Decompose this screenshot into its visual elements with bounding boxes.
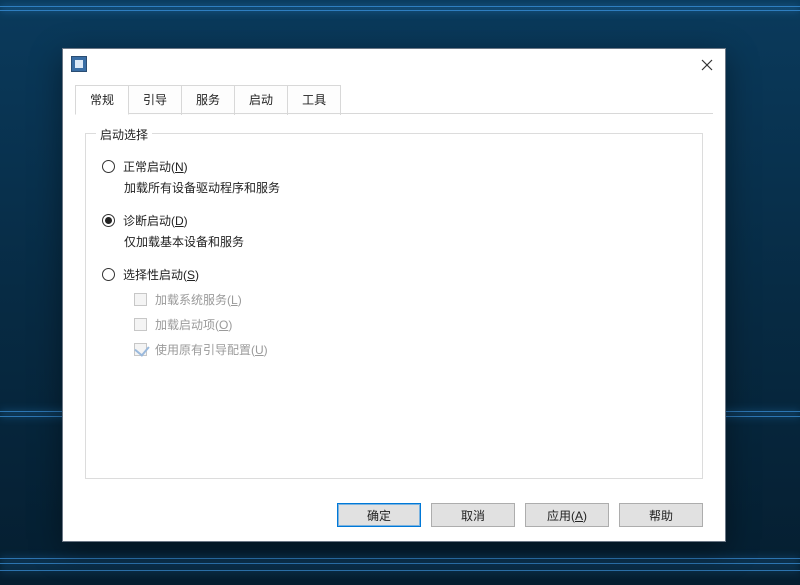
radio-diagnostic-startup-label: 诊断启动(D)	[123, 212, 188, 229]
radio-selective-startup-label: 选择性启动(S)	[123, 266, 199, 283]
startup-selection-group: 启动选择 正常启动(N) 加载所有设备驱动程序和服务 诊断启动(D) 仅加载基本…	[85, 133, 703, 479]
ok-button[interactable]: 确定	[337, 503, 421, 527]
tab-label: 工具	[302, 93, 326, 107]
checkbox-load-startup-items	[134, 318, 147, 331]
cancel-button[interactable]: 取消	[431, 503, 515, 527]
close-icon	[701, 59, 713, 71]
radio-diagnostic-startup[interactable]	[102, 214, 115, 227]
tab-general[interactable]: 常规	[75, 85, 129, 115]
app-icon	[71, 56, 87, 72]
tab-label: 服务	[196, 93, 220, 107]
checkbox-load-services	[134, 293, 147, 306]
tabs: 常规 引导 服务 启动 工具	[75, 85, 725, 115]
apply-button[interactable]: 应用(A)	[525, 503, 609, 527]
normal-startup-desc: 加载所有设备驱动程序和服务	[124, 179, 688, 196]
checkbox-use-original-boot-config	[134, 343, 147, 356]
radio-selective-startup[interactable]	[102, 268, 115, 281]
close-button[interactable]	[697, 55, 717, 75]
radio-normal-startup[interactable]	[102, 160, 115, 173]
group-title: 启动选择	[96, 126, 152, 143]
help-button[interactable]: 帮助	[619, 503, 703, 527]
msconfig-dialog: 常规 引导 服务 启动 工具 启动选择 正常启动(N) 加载所有设备驱动程序和服…	[62, 48, 726, 542]
radio-normal-startup-label: 正常启动(N)	[123, 158, 188, 175]
tab-label: 引导	[143, 93, 167, 107]
checkbox-use-original-boot-config-label: 使用原有引导配置(U)	[155, 341, 268, 358]
dialog-buttons: 确定 取消 应用(A) 帮助	[63, 491, 725, 541]
tab-services[interactable]: 服务	[181, 85, 235, 115]
tab-label: 启动	[249, 93, 273, 107]
titlebar	[63, 49, 725, 79]
checkbox-load-startup-items-label: 加载启动项(O)	[155, 316, 232, 333]
tab-label: 常规	[90, 93, 114, 107]
content: 启动选择 正常启动(N) 加载所有设备驱动程序和服务 诊断启动(D) 仅加载基本…	[63, 115, 725, 491]
tabs-divider	[75, 113, 713, 114]
diagnostic-startup-desc: 仅加载基本设备和服务	[124, 233, 688, 250]
checkbox-load-services-label: 加载系统服务(L)	[155, 291, 242, 308]
tab-tools[interactable]: 工具	[287, 85, 341, 115]
tab-startup[interactable]: 启动	[234, 85, 288, 115]
tab-boot[interactable]: 引导	[128, 85, 182, 115]
